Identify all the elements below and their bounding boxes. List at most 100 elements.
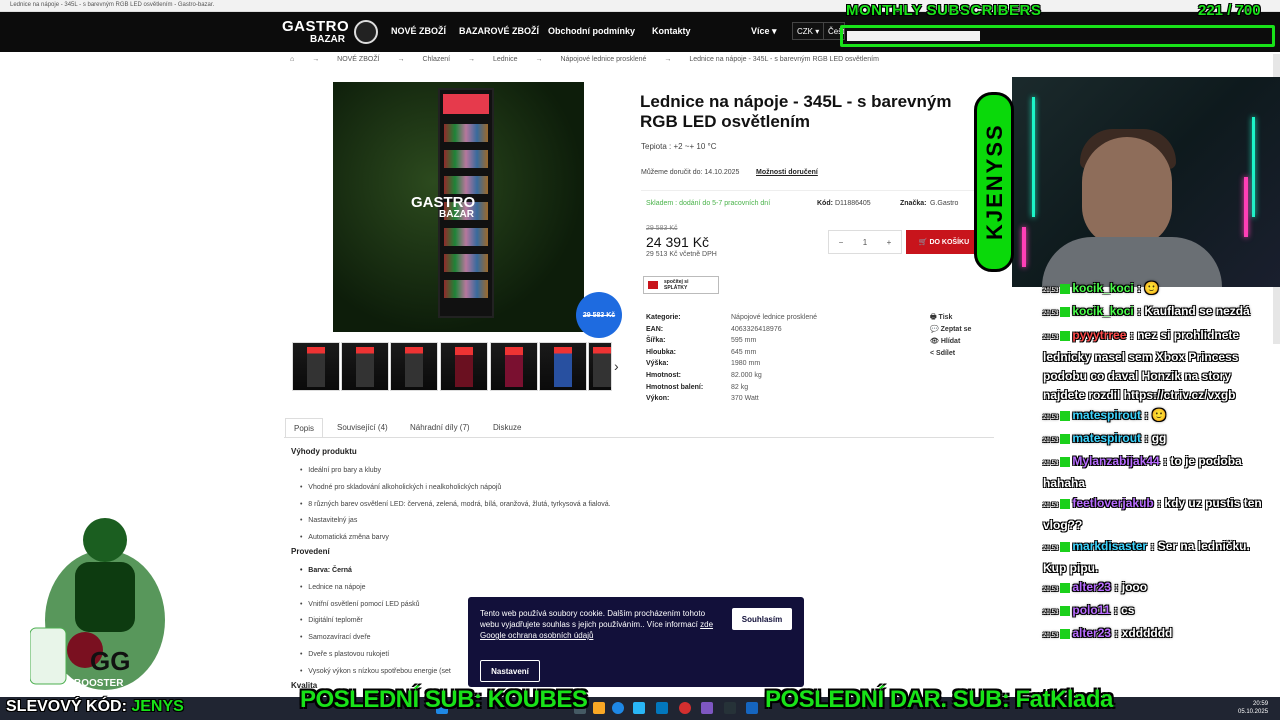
discord-icon[interactable]	[701, 702, 713, 714]
breadcrumb-sep: →	[312, 56, 320, 63]
features-list: • Barva: Černá • Lednice na nápoje • Vni…	[300, 563, 451, 681]
thumbnail-next-arrow-icon[interactable]: ›	[614, 358, 619, 374]
breadcrumb-fridges[interactable]: Lednice	[493, 56, 518, 63]
watch-button[interactable]: 👁 Hlídat	[930, 336, 971, 348]
booster-mascot-image: GG BOOSTER	[30, 518, 165, 690]
steam-icon[interactable]	[746, 702, 758, 714]
list-item: • Vnitřní osvětlení pomocí LED pásků	[300, 600, 420, 608]
spec-key: Hmotnost:	[646, 371, 681, 379]
old-price: 29 583 Kč	[646, 225, 678, 232]
breadcrumb-sep: →	[535, 56, 543, 63]
product-title: Lednice na nápoje - 345L - s barevným RG…	[640, 92, 952, 131]
chat-message: 20:53 feetloverjakub : kdy uz pustis ten …	[1043, 496, 1262, 532]
logo-seal-icon	[354, 20, 378, 44]
last-gift-sub-banner: POSLEDNÍ DAR. SUB: FatKlada	[765, 686, 1113, 713]
installments-button[interactable]: spočítej si SPLÁTKY	[643, 276, 719, 294]
product-temperature: Tepiota : +2 ~+ 10 °C	[641, 142, 717, 151]
breadcrumb-home-icon[interactable]: ⌂	[290, 56, 294, 63]
thumbnail[interactable]	[440, 342, 488, 391]
subs-goal-fill	[847, 31, 980, 41]
last-sub-banner: POSLEDNÍ SUB: KOUBES	[300, 686, 588, 713]
spec-keys: Kategorie: EAN: Šířka: Hloubka: Výška: H…	[646, 312, 703, 405]
spec-key: Výška:	[646, 360, 669, 368]
tab-discussion[interactable]: Diskuze	[485, 418, 529, 438]
chat-message: 20:53 kocik_koci : 🙂	[1043, 281, 1160, 295]
spec-value: 4063326418976	[731, 325, 782, 333]
store-icon[interactable]	[633, 702, 645, 714]
cookie-text: Tento web používá soubory cookie. Dalším…	[480, 609, 714, 640]
cookie-agree-button[interactable]: Souhlasím	[732, 608, 792, 630]
thumbnail[interactable]	[588, 342, 612, 391]
cookie-more-link[interactable]: zde	[700, 620, 713, 629]
breadcrumb-sep: →	[468, 56, 476, 63]
thumbnail[interactable]	[390, 342, 438, 391]
currency-select[interactable]: CZK ▾	[792, 22, 825, 40]
stock-status: Skladem : dodání do 5-7 pracovních dní	[646, 200, 771, 207]
add-to-cart-button[interactable]: 🛒 DO KOŠÍKU	[906, 230, 982, 254]
promo-code-banner: SLEVOVÝ KÓD: JENYS	[6, 698, 184, 715]
booster-text: BOOSTER	[74, 678, 124, 689]
channel-name-vertical: KJENYSS	[974, 92, 1014, 272]
section-heading: Výhody produktu	[291, 447, 357, 456]
thumbnail[interactable]	[539, 342, 587, 391]
site-logo[interactable]: GASTRO BAZAR	[282, 16, 382, 48]
tab-spare-parts[interactable]: Náhradní díly (7)	[402, 418, 478, 438]
product-main-image[interactable]: GASTRO BAZAR	[333, 82, 584, 332]
breadcrumb: ⌂ → NOVÉ ZBOŽÍ → Chlazení → Lednice → Ná…	[290, 56, 895, 63]
thumbnail[interactable]	[292, 342, 340, 391]
nav-link-terms[interactable]: Obchodní podmínky	[548, 26, 635, 36]
mail-icon[interactable]	[656, 702, 668, 714]
browser-tab-title[interactable]: Lednice na nápoje - 345L - s barevným RG…	[0, 0, 1280, 12]
tab-divider	[284, 437, 994, 438]
explorer-icon[interactable]	[593, 702, 605, 714]
google-privacy-link[interactable]: Google ochrana osobních údajů	[480, 631, 593, 640]
thumbnail[interactable]	[490, 342, 538, 391]
list-item: • Automatická změna barvy	[300, 534, 389, 542]
spec-value[interactable]: Nápojové lednice prosklené	[731, 312, 817, 324]
subs-goal-title: MONTHLY SUBSCRIBERS	[846, 2, 1042, 19]
spec-key: Hmotnost balení:	[646, 383, 704, 391]
spec-value: 82.000 kg	[731, 371, 762, 379]
qty-input[interactable]: 1	[853, 231, 877, 253]
logo-text-top: GASTRO	[282, 18, 350, 35]
delivery-options-link[interactable]: Možnosti doručení	[756, 169, 818, 176]
thumbnail[interactable]	[341, 342, 389, 391]
nav-link-new[interactable]: NOVÉ ZBOŽÍ	[391, 26, 446, 36]
breadcrumb-new[interactable]: NOVÉ ZBOŽÍ	[337, 56, 379, 63]
list-item: • Nastavitelný jas	[300, 517, 358, 525]
quantity-stepper: − 1 +	[828, 230, 902, 254]
tab-description[interactable]: Popis	[285, 418, 324, 438]
section-heading: Provedení	[291, 547, 330, 556]
spec-key: Výkon:	[646, 395, 670, 403]
installments-icon	[648, 281, 658, 289]
nav-link-contacts[interactable]: Kontakty	[652, 26, 691, 36]
brand-label: Značka:	[900, 200, 927, 207]
subs-goal-count: 221 / 700	[1198, 2, 1261, 19]
webcam-feed	[1012, 77, 1280, 287]
list-item: • Lednice na nápoje	[300, 583, 366, 591]
product-brand[interactable]: G.Gastro	[930, 200, 958, 207]
app-icon[interactable]	[724, 702, 736, 714]
share-button[interactable]: < Sdílet	[930, 348, 971, 360]
edge-icon[interactable]	[612, 702, 624, 714]
ask-button[interactable]: 💬 Zeptat se	[930, 324, 971, 336]
qty-plus-button[interactable]: +	[877, 231, 901, 253]
qty-minus-button[interactable]: −	[829, 231, 853, 253]
list-item: • Barva: Černá	[300, 567, 352, 574]
nav-more-dropdown[interactable]: Více ▾	[751, 26, 777, 37]
system-clock[interactable]: 20:59 05.10.2025	[1238, 700, 1268, 716]
chat-message: 20:53 alter23 : jooo	[1043, 580, 1148, 594]
cookie-settings-button[interactable]: Nastavení	[480, 660, 540, 682]
installments-label: SPLÁTKY	[664, 285, 688, 291]
benefits-list: • Ideální pro bary a kluby • Vhodné pro …	[300, 463, 611, 547]
breadcrumb-glass-fridges[interactable]: Nápojové lednice prosklené	[560, 56, 646, 63]
breadcrumb-cooling[interactable]: Chlazení	[422, 56, 450, 63]
opera-icon[interactable]	[679, 702, 691, 714]
nav-link-bazaar[interactable]: BAZAROVÉ ZBOŽÍ	[459, 26, 539, 36]
spec-value: 370 Watt	[731, 395, 759, 403]
tab-related[interactable]: Související (4)	[329, 418, 396, 438]
print-button[interactable]: 🖶 Tisk	[930, 312, 971, 324]
chat-message: 20:53 matespirout : gg	[1043, 431, 1167, 445]
cookie-banner: Tento web používá soubory cookie. Dalším…	[468, 597, 804, 687]
list-item: • Dveře s plastovou rukojetí	[300, 650, 390, 658]
